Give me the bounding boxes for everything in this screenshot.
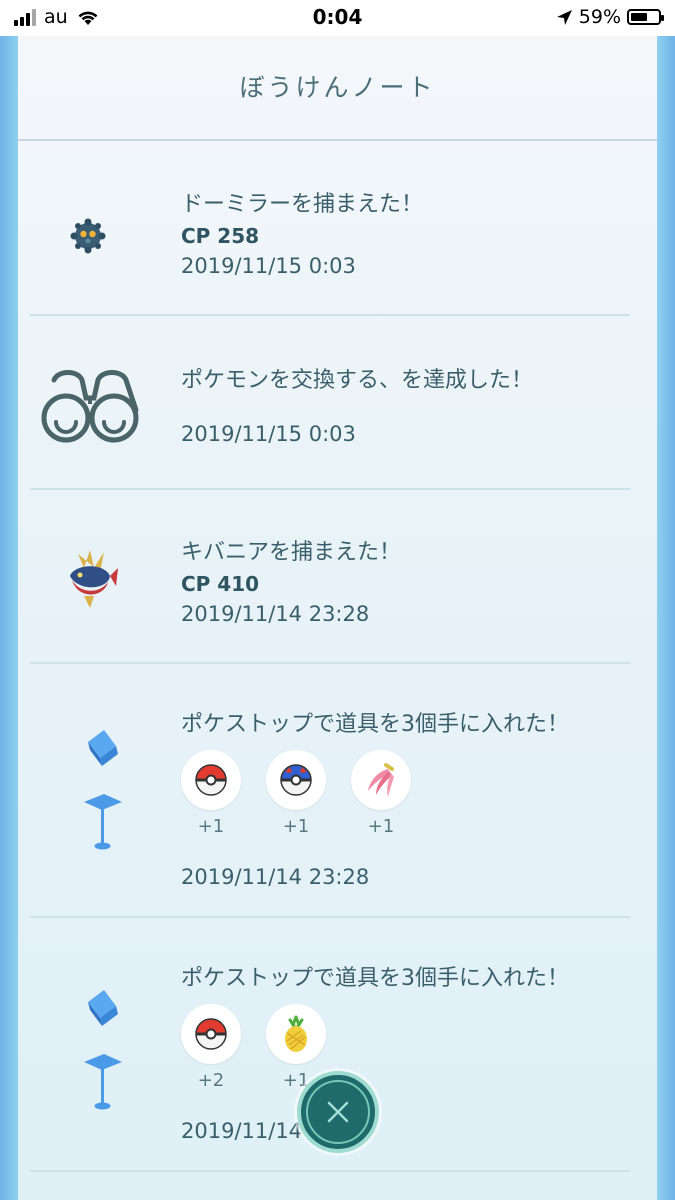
entry-time: 2019/11/14 23:28	[181, 865, 370, 889]
item-list: +2 +1	[181, 1004, 641, 1091]
item-reward: +1	[181, 750, 241, 837]
journal-entry[interactable]: キバニアを捕まえた！ CP 410 2019/11/14 23:28	[30, 488, 630, 664]
pinap-berry-icon	[285, 1015, 307, 1052]
item-reward: +1	[266, 750, 326, 837]
journal-entry[interactable]: ドーミラーを捕まえた！ CP 258 2019/11/15 0:03	[30, 140, 630, 316]
item-list: +1 +1 +1	[181, 750, 641, 837]
entry-title: ポケストップで道具を3個手に入れた！	[181, 712, 569, 737]
item-count: +1	[282, 816, 310, 837]
item-count: +1	[197, 816, 225, 837]
close-button[interactable]	[297, 1071, 379, 1153]
location-arrow-icon	[556, 9, 572, 25]
page-title: ぼうけんノート	[239, 73, 436, 102]
battery-percent: 59%	[578, 6, 621, 28]
carvanha-icon	[70, 550, 118, 608]
poke-ball-icon	[195, 1018, 227, 1050]
status-right: 59%	[556, 6, 664, 28]
entry-title: キバニアを捕まえた！	[181, 540, 402, 565]
close-icon	[327, 1101, 349, 1123]
entry-time: 2019/11/15 0:03	[181, 422, 356, 446]
entry-title: ポケモンを交換する、を達成した！	[181, 368, 534, 393]
item-reward: +1	[351, 750, 411, 837]
status-bar: au 0:04 59%	[0, 0, 675, 36]
great-ball-icon	[280, 764, 312, 796]
battery-icon	[627, 9, 664, 25]
journal-entry[interactable]: ポケモンを交換する、を達成した！ 2019/11/15 0:03	[30, 314, 630, 490]
entry-time: 2019/11/14 23:28	[181, 1119, 370, 1143]
nanab-berry-icon	[368, 763, 394, 797]
entry-cp: CP 258	[181, 224, 260, 248]
binoculars-icon	[41, 370, 139, 443]
entry-title: ドーミラーを捕まえた！	[181, 192, 424, 217]
poke-ball-icon	[195, 764, 227, 796]
item-reward: +2	[181, 1004, 241, 1091]
item-count: +2	[197, 1070, 225, 1091]
item-count: +1	[367, 816, 395, 837]
pokestop-icon	[84, 730, 122, 850]
entry-title: ポケストップで道具を3個手に入れた！	[181, 966, 569, 991]
pokestop-icon	[84, 990, 122, 1110]
journal-entry[interactable]: ポケストップで道具を3個手に入れた！ +1 +1 +1 2019/11/14 2…	[30, 662, 630, 918]
bronzor-icon	[70, 218, 106, 254]
entry-time: 2019/11/15 0:03	[181, 254, 356, 278]
entry-time: 2019/11/14 23:28	[181, 602, 370, 626]
title-bar: ぼうけんノート	[18, 36, 657, 141]
journal-panel: ぼうけんノート ドーミラーを捕まえた！ CP 258 2019/11/15 0:…	[18, 36, 657, 1200]
entry-cp: CP 410	[181, 572, 260, 596]
